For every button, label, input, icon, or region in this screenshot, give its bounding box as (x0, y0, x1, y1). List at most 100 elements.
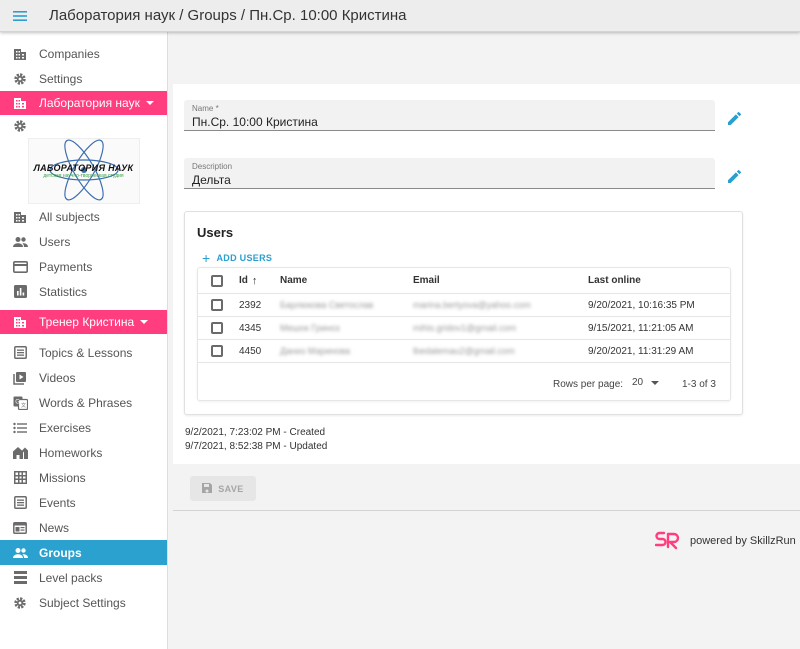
column-last-online-header[interactable]: Last online (588, 268, 641, 293)
footer-divider (173, 510, 800, 511)
sidebar-item-subject-settings[interactable]: Subject Settings (0, 590, 167, 615)
sidebar-item-videos[interactable]: Videos (0, 365, 167, 390)
sidebar-item-label: Statistics (39, 284, 88, 299)
row-id: 2392 (239, 299, 262, 311)
row-last-online: 9/15/2021, 11:21:05 AM (588, 322, 694, 334)
sidebar-item-topics-lessons[interactable]: Topics & Lessons (0, 340, 167, 365)
sidebar-item-label: Events (39, 495, 76, 510)
sidebar-item-label: All subjects (39, 209, 100, 224)
powered-by[interactable]: powered by SkillzRun (655, 530, 796, 551)
timestamps: 9/2/2021, 7:23:02 PM - Created 9/7/2021,… (185, 426, 327, 454)
layers-icon (12, 570, 28, 586)
sidebar-item-users[interactable]: Users (0, 229, 167, 254)
row-last-online: 9/20/2021, 10:16:35 PM (588, 299, 695, 311)
company-logo-area: ЛАБОРАТОРИЯ НАУК детская научно-творческ… (0, 137, 167, 204)
powered-by-label: powered by SkillzRun (690, 534, 796, 547)
users-card: Users + ADD USERS Id ↑ Name Email Last o… (184, 211, 743, 415)
svg-text:文: 文 (21, 402, 26, 409)
sidebar-item-label: News (39, 520, 70, 535)
sidebar-item-label: Missions (39, 470, 86, 485)
column-id-header[interactable]: Id ↑ (239, 268, 257, 293)
row-checkbox[interactable] (211, 340, 223, 362)
row-id: 4345 (239, 322, 262, 334)
sidebar-item-label: Videos (39, 370, 76, 385)
sidebar-item-homeworks[interactable]: Homeworks (0, 440, 167, 465)
sidebar-item-label: Homeworks (39, 445, 103, 460)
sidebar-item-payments[interactable]: Payments (0, 254, 167, 279)
name-field-value: Пн.Ср. 10:00 Кристина (192, 115, 318, 129)
sidebar-item-words-phrases[interactable]: G文 Words & Phrases (0, 390, 167, 415)
sidebar-item-news[interactable]: News (0, 515, 167, 540)
table-row[interactable]: 4450 Даниз Маринова lbedalemau2@gmail.co… (198, 340, 730, 363)
caret-down-icon (140, 320, 149, 324)
card-icon (12, 259, 28, 275)
sidebar-item-label: Companies (39, 46, 100, 61)
svg-text:G: G (15, 399, 20, 405)
sidebar-item-missions[interactable]: Missions (0, 465, 167, 490)
table-pagination: Rows per page: 20 1-3 of 3 (198, 369, 730, 401)
edit-description-icon[interactable] (726, 168, 742, 184)
column-name-header[interactable]: Name (280, 268, 307, 293)
users-title: Users (197, 225, 234, 240)
description-field[interactable]: Description Дельта (184, 158, 715, 189)
table-row[interactable]: 4345 Мешок Гриноз mihis.gridov1@gmail.co… (198, 317, 730, 340)
gear-icon (12, 595, 28, 611)
sidebar-item-settings[interactable]: Settings (0, 66, 167, 91)
row-checkbox[interactable] (211, 294, 223, 316)
sidebar-item-groups[interactable]: Groups (0, 540, 167, 565)
building-icon (12, 209, 28, 225)
list-icon (12, 495, 28, 511)
list-icon (12, 345, 28, 361)
sidebar-item-label: Words & Phrases (39, 395, 133, 410)
sidebar-item-companies[interactable]: Companies (0, 41, 167, 66)
breadcrumb: Лаборатория наук / Groups / Пн.Ср. 10:00… (49, 7, 407, 24)
row-email: lbedalemau2@gmail.com (413, 346, 515, 356)
sidebar-item-events[interactable]: Events (0, 490, 167, 515)
caret-down-icon (145, 101, 154, 105)
sidebar-item-all-subjects[interactable]: All subjects (0, 204, 167, 229)
house-icon (12, 445, 28, 461)
bullets-icon (12, 420, 28, 436)
building-icon (12, 46, 28, 62)
people-icon (12, 545, 28, 561)
rows-per-page-select[interactable]: 20 (632, 377, 660, 388)
caret-down-icon (651, 380, 660, 385)
sidebar-item-statistics[interactable]: Statistics (0, 279, 167, 304)
description-field-label: Description (192, 162, 233, 171)
sidebar-item-label: Subject Settings (39, 595, 126, 610)
gear-icon (12, 71, 28, 87)
row-checkbox[interactable] (211, 317, 223, 339)
chart-icon (12, 284, 28, 300)
sidebar-item-level-packs[interactable]: Level packs (0, 565, 167, 590)
row-email: mihis.gridov1@gmail.com (413, 323, 517, 333)
name-field[interactable]: Name * Пн.Ср. 10:00 Кристина (184, 100, 715, 131)
sidebar-item-exercises[interactable]: Exercises (0, 415, 167, 440)
save-label: SAVE (218, 483, 244, 494)
select-all-checkbox[interactable] (211, 268, 223, 293)
company-selector[interactable]: Лаборатория наук (0, 91, 167, 115)
sidebar-item-label: Payments (39, 259, 93, 274)
company-settings-button[interactable] (0, 115, 167, 137)
sidebar-item-label: Exercises (39, 420, 92, 435)
description-field-value: Дельта (192, 173, 231, 187)
sidebar-item-label: Topics & Lessons (39, 345, 133, 360)
subject-name: Тренер Кристина (39, 315, 135, 329)
menu-icon[interactable] (0, 0, 40, 32)
sidebar-item-label: Settings (39, 71, 83, 86)
video-icon (12, 370, 28, 386)
grid-icon (12, 470, 28, 486)
users-table: Id ↑ Name Email Last online 2392 Барлюко… (197, 267, 731, 401)
building-icon (12, 95, 28, 111)
save-button[interactable]: SAVE (190, 476, 256, 501)
row-name: Даниз Маринова (280, 346, 351, 356)
column-email-header[interactable]: Email (413, 268, 440, 293)
table-row[interactable]: 2392 Барлюкова Светослав marina.bertyova… (198, 294, 730, 317)
group-form: Name * Пн.Ср. 10:00 Кристина Description… (173, 84, 800, 464)
company-name: Лаборатория наук (39, 96, 140, 110)
add-users-button[interactable]: + ADD USERS (202, 250, 272, 266)
pagination-range: 1-3 of 3 (682, 379, 716, 390)
subject-selector[interactable]: Тренер Кристина (0, 310, 167, 334)
plus-icon: + (202, 250, 211, 266)
edit-name-icon[interactable] (726, 110, 742, 126)
updated-timestamp: 9/7/2021, 8:52:38 PM - Updated (185, 441, 328, 452)
